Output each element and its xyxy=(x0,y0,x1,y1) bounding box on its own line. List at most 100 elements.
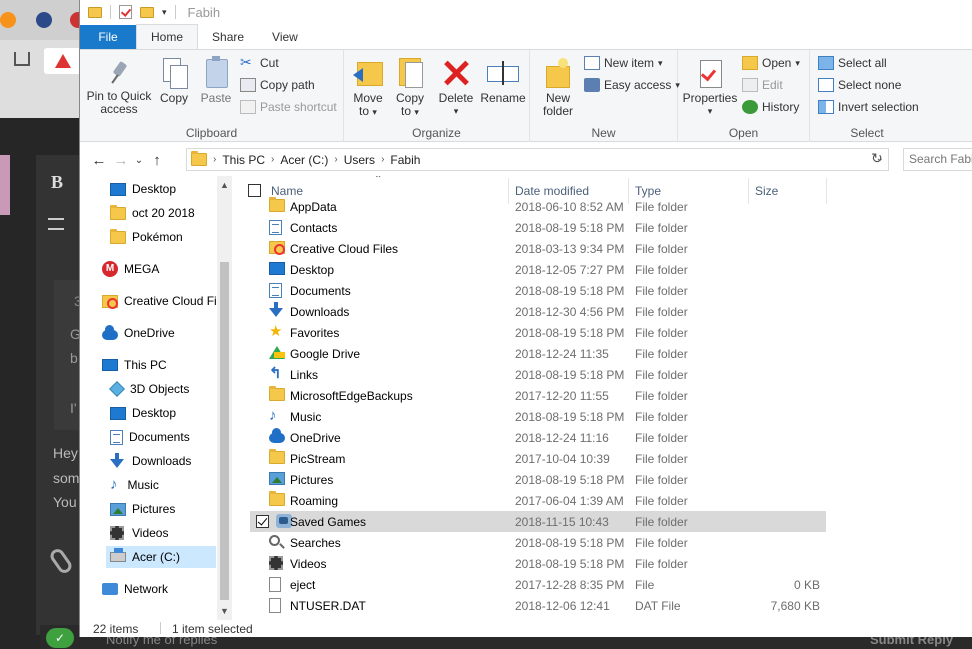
copy-button[interactable]: Copy xyxy=(156,58,192,105)
easy-access-button[interactable]: Easy access ▾ xyxy=(584,78,680,92)
table-row[interactable]: MicrosoftEdgeBackups 2017-12-20 11:55 File… xyxy=(250,385,826,406)
search-input[interactable]: Search Fabih xyxy=(903,148,972,171)
table-row[interactable]: Pictures 2018-08-19 5:18 PM File folder xyxy=(250,469,826,490)
file-date-modified: 2018-08-19 5:18 PM xyxy=(515,536,625,550)
nav-item-3d-objects[interactable]: 3D Objects xyxy=(109,378,189,400)
breadcrumb-users[interactable]: Users xyxy=(344,153,375,167)
open-button[interactable]: Open ▾ xyxy=(742,56,800,70)
background-text: Hey xyxy=(53,445,78,461)
notify-toggle[interactable]: ✓ xyxy=(46,628,74,648)
copy-path-button[interactable]: Copy path xyxy=(240,78,315,92)
nav-item-desktop[interactable]: Desktop xyxy=(110,178,176,200)
file-name: MicrosoftEdgeBackups xyxy=(290,389,413,403)
paste-label: Paste xyxy=(200,91,232,105)
nav-item-pokemon[interactable]: Pokémon xyxy=(110,226,183,248)
table-row[interactable]: Saved Games 2018-11-15 10:43 File folder xyxy=(250,511,826,532)
address-bar[interactable]: › This PC › Acer (C:) › Users › Fabih ⌄ xyxy=(186,148,889,171)
breadcrumb-fabih[interactable]: Fabih xyxy=(390,153,420,167)
navigation-pane-scrollbar[interactable]: ▲ ▼ xyxy=(217,176,232,620)
table-row[interactable]: eject 2017-12-28 8:35 PM File 0 KB xyxy=(250,574,826,595)
nav-item-acer-c[interactable]: Acer (C:) xyxy=(106,546,216,568)
column-divider[interactable] xyxy=(826,178,827,204)
tab-view[interactable]: View xyxy=(258,25,312,49)
breadcrumb-drive[interactable]: Acer (C:) xyxy=(280,153,328,167)
nav-item-pictures[interactable]: Pictures xyxy=(110,498,175,520)
table-row[interactable]: Roaming 2017-06-04 1:39 AM File folder xyxy=(250,490,826,511)
nav-item-this-pc[interactable]: This PC xyxy=(102,354,167,376)
customize-quick-access-toolbar-icon[interactable]: ▾ xyxy=(162,7,167,18)
chevron-right-icon[interactable]: › xyxy=(213,154,216,165)
paste-shortcut-label: Paste shortcut xyxy=(260,100,337,114)
background-tab-strip xyxy=(0,0,86,40)
table-row[interactable]: Searches 2018-08-19 5:18 PM File folder xyxy=(250,532,826,553)
paste-button[interactable]: Paste xyxy=(198,56,234,105)
table-row[interactable]: Documents 2018-08-19 5:18 PM File folder xyxy=(250,280,826,301)
tab-share[interactable]: Share xyxy=(198,25,258,49)
table-row[interactable]: PicStream 2017-10-04 10:39 File folder xyxy=(250,448,826,469)
nav-item-desktop-pc[interactable]: Desktop xyxy=(110,402,176,424)
chevron-right-icon[interactable]: › xyxy=(271,154,274,165)
history-button[interactable]: History xyxy=(742,100,799,114)
pin-to-quick-access-button[interactable]: Pin to Quick access xyxy=(86,60,152,116)
pictures-icon xyxy=(269,472,285,485)
table-row[interactable]: ♪ Music 2018-08-19 5:18 PM File folder xyxy=(250,406,826,427)
back-arrow-icon[interactable]: ← xyxy=(88,152,110,169)
nav-item-documents[interactable]: Documents xyxy=(110,426,190,448)
new-folder-button[interactable]: New folder xyxy=(538,58,578,118)
tab-home[interactable]: Home xyxy=(136,24,199,49)
table-row[interactable]: Videos 2018-08-19 5:18 PM File folder xyxy=(250,553,826,574)
chevron-right-icon[interactable]: › xyxy=(334,154,337,165)
tab-file[interactable]: File xyxy=(80,25,136,49)
breadcrumb-this-pc[interactable]: This PC xyxy=(222,153,265,167)
nav-item-mega[interactable]: M MEGA xyxy=(102,258,159,280)
table-row[interactable]: OneDrive 2018-12-24 11:16 File folder xyxy=(250,427,826,448)
nav-item-creative-cloud[interactable]: Creative Cloud Fi xyxy=(102,290,217,312)
new-folder-quick-icon[interactable] xyxy=(140,6,154,18)
file-date-modified: 2018-06-10 8:52 AM xyxy=(515,200,624,214)
select-none-icon xyxy=(818,78,834,92)
edit-button[interactable]: Edit xyxy=(742,78,783,92)
row-checkbox[interactable] xyxy=(256,515,269,528)
forward-arrow-icon[interactable]: → xyxy=(110,152,132,169)
links-icon: ↰ xyxy=(269,365,282,382)
scrollbar-thumb[interactable] xyxy=(220,262,229,600)
table-row[interactable]: ★ Favorites 2018-08-19 5:18 PM File folder xyxy=(250,322,826,343)
up-arrow-icon[interactable]: ↑ xyxy=(146,152,168,169)
nav-item-music[interactable]: ♪ Music xyxy=(110,474,159,496)
table-row[interactable]: Desktop 2018-12-05 7:27 PM File folder xyxy=(250,259,826,280)
mega-icon: M xyxy=(102,261,118,277)
scroll-up-icon[interactable]: ▲ xyxy=(220,180,229,190)
recent-locations-icon[interactable]: ⌄ xyxy=(132,155,146,166)
chevron-right-icon[interactable]: › xyxy=(381,154,384,165)
new-folder-icon xyxy=(544,58,572,88)
properties-button[interactable]: Properties ▾ xyxy=(682,58,738,118)
nav-item-videos[interactable]: Videos xyxy=(110,522,168,544)
invert-selection-button[interactable]: Invert selection xyxy=(818,100,919,114)
select-all-button[interactable]: Select all xyxy=(818,56,887,70)
paste-shortcut-icon xyxy=(240,100,256,114)
select-none-button[interactable]: Select none xyxy=(818,78,901,92)
table-row[interactable]: NTUSER.DAT 2018-12-06 12:41 DAT File 7,680 … xyxy=(250,595,826,616)
delete-button[interactable]: Delete ▾ xyxy=(436,58,476,118)
copy-to-label-2: to xyxy=(401,104,412,118)
table-row[interactable]: Contacts 2018-08-19 5:18 PM File folder xyxy=(250,217,826,238)
table-row[interactable]: AppData 2018-06-10 8:52 AM File folder xyxy=(250,196,826,217)
table-row[interactable]: ↰ Links 2018-08-19 5:18 PM File folder xyxy=(250,364,826,385)
open-group-label: Open xyxy=(728,126,759,140)
cut-button[interactable]: Cut xyxy=(240,54,279,71)
scroll-down-icon[interactable]: ▼ xyxy=(220,606,229,616)
new-item-button[interactable]: New item ▾ xyxy=(584,56,663,70)
paste-shortcut-button[interactable]: Paste shortcut xyxy=(240,100,337,114)
nav-item-downloads[interactable]: Downloads xyxy=(110,450,191,472)
copy-to-button[interactable]: Copy to ▾ xyxy=(392,56,428,119)
table-row[interactable]: Google Drive 2018-12-24 11:35 File folder xyxy=(250,343,826,364)
table-row[interactable]: Downloads 2018-12-30 4:56 PM File folder xyxy=(250,301,826,322)
properties-quick-icon[interactable] xyxy=(119,5,132,19)
nav-item-network[interactable]: Network xyxy=(102,578,168,600)
move-to-button[interactable]: Move to ▾ xyxy=(350,56,386,119)
nav-item-oct-20-2018[interactable]: oct 20 2018 xyxy=(110,202,195,224)
table-row[interactable]: Creative Cloud Files 2018-03-13 9:34 PM Fi… xyxy=(250,238,826,259)
nav-item-onedrive[interactable]: OneDrive xyxy=(102,322,175,344)
rename-button[interactable]: Rename xyxy=(480,58,526,105)
refresh-icon[interactable]: ↻ xyxy=(871,150,883,167)
